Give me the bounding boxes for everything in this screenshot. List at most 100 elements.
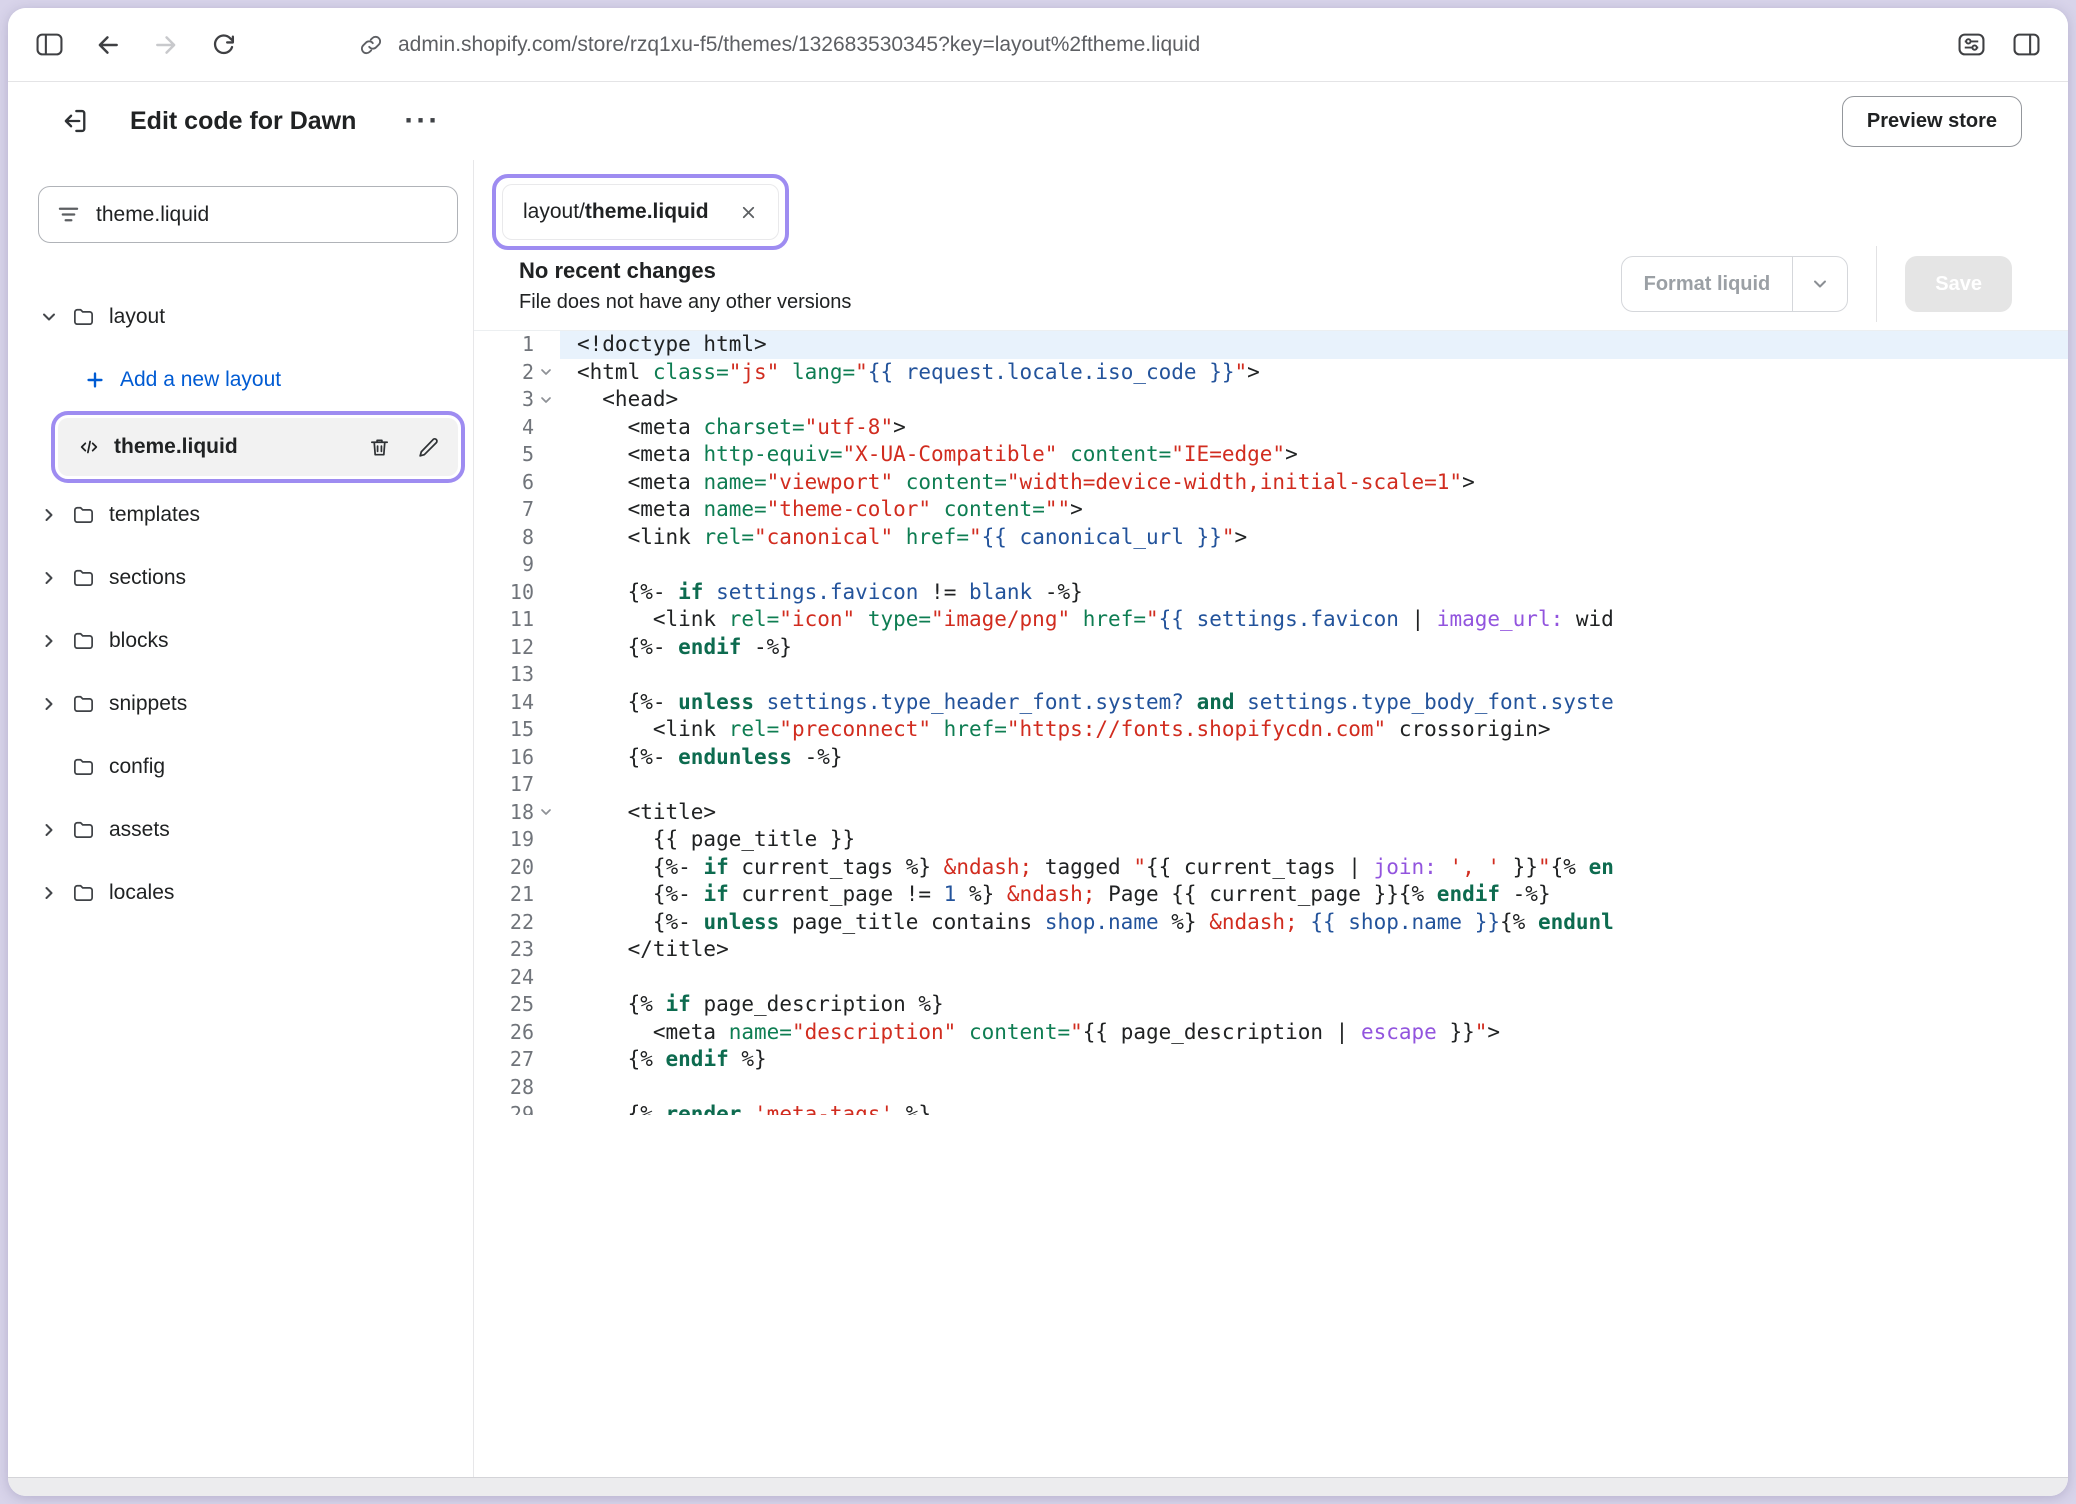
code-line[interactable]: {%- unless page_title contains shop.name…: [577, 909, 2068, 937]
line-number: 1: [474, 331, 560, 359]
fold-placeholder: [534, 964, 558, 992]
code-line[interactable]: <meta charset="utf-8">: [577, 414, 2068, 442]
close-icon[interactable]: [739, 203, 758, 222]
link-icon: [360, 34, 382, 56]
code-line[interactable]: <title>: [577, 799, 2068, 827]
line-number: 20: [474, 854, 560, 882]
tree-item-label: config: [109, 755, 165, 779]
code-line[interactable]: [577, 1074, 2068, 1102]
tree-item-label: locales: [109, 881, 174, 905]
code-line[interactable]: [577, 661, 2068, 689]
chevron-right-icon[interactable]: [38, 631, 60, 651]
sidebar-item-config[interactable]: config: [38, 735, 458, 798]
code-line[interactable]: <link rel="canonical" href="{{ canonical…: [577, 524, 2068, 552]
code-pane[interactable]: <!doctype html><html class="js" lang="{{…: [560, 331, 2068, 1115]
code-line[interactable]: {% if page_description %}: [577, 991, 2068, 1019]
sidebar-item-templates[interactable]: templates: [38, 483, 458, 546]
code-line[interactable]: <meta name="description" content="{{ pag…: [577, 1019, 2068, 1047]
filter-icon: [57, 203, 80, 226]
save-button[interactable]: Save: [1905, 256, 2012, 312]
fold-placeholder: [534, 524, 558, 552]
split-view-icon[interactable]: [2013, 32, 2040, 57]
forward-arrow-icon[interactable]: [153, 32, 179, 58]
fold-toggle-icon[interactable]: [534, 799, 558, 827]
sidebar-item-assets[interactable]: assets: [38, 798, 458, 861]
browser-nav-controls: [36, 32, 236, 58]
line-number: 17: [474, 771, 560, 799]
code-line[interactable]: </title>: [577, 936, 2068, 964]
reload-icon[interactable]: [211, 32, 236, 57]
code-line[interactable]: {%- endif -%}: [577, 634, 2068, 662]
fold-toggle-icon[interactable]: [534, 359, 558, 387]
line-number: 4: [474, 414, 560, 442]
exit-editor-icon[interactable]: [60, 107, 88, 135]
chevron-down-icon[interactable]: [1793, 257, 1847, 311]
folder-icon: [72, 818, 95, 841]
preview-store-button[interactable]: Preview store: [1842, 96, 2022, 147]
fold-placeholder: [534, 579, 558, 607]
code-line[interactable]: <link rel="icon" type="image/png" href="…: [577, 606, 2068, 634]
chevron-right-icon[interactable]: [38, 568, 60, 588]
sidebar-item-blocks[interactable]: blocks: [38, 609, 458, 672]
sidebar-item-layout[interactable]: layout: [38, 285, 458, 348]
fold-placeholder: [534, 881, 558, 909]
code-line[interactable]: {%- if current_tags %} &ndash; tagged "{…: [577, 854, 2068, 882]
code-line[interactable]: {{ page_title }}: [577, 826, 2068, 854]
folder-icon: [72, 881, 95, 904]
tab-theme-liquid[interactable]: layout/theme.liquid: [502, 184, 779, 240]
code-line[interactable]: [577, 771, 2068, 799]
line-number: 11: [474, 606, 560, 634]
code-line[interactable]: {%- endunless -%}: [577, 744, 2068, 772]
code-file-icon: [78, 436, 100, 458]
code-line[interactable]: [577, 964, 2068, 992]
file-search-box[interactable]: [38, 186, 458, 243]
pencil-icon[interactable]: [417, 436, 440, 459]
trash-icon[interactable]: [368, 436, 391, 459]
chevron-down-icon[interactable]: [38, 307, 60, 327]
code-line[interactable]: <!doctype html>: [560, 331, 2068, 359]
fold-toggle-icon[interactable]: [534, 386, 558, 414]
code-line[interactable]: <meta name="theme-color" content="">: [577, 496, 2068, 524]
chevron-right-icon[interactable]: [38, 694, 60, 714]
sidebar-item-snippets[interactable]: snippets: [38, 672, 458, 735]
format-liquid-button[interactable]: Format liquid: [1621, 256, 1849, 312]
sidebar-item-add-a-new-layout[interactable]: Add a new layout: [84, 348, 458, 411]
code-line[interactable]: {% render 'meta-tags' %}: [577, 1101, 2068, 1115]
back-arrow-icon[interactable]: [95, 32, 121, 58]
editor-panel: layout/theme.liquid No recent changes Fi…: [473, 160, 2068, 1477]
code-line[interactable]: <meta http-equiv="X-UA-Compatible" conte…: [577, 441, 2068, 469]
line-number: 14: [474, 689, 560, 717]
chevron-right-icon[interactable]: [38, 820, 60, 840]
code-line[interactable]: [577, 551, 2068, 579]
sidebar-item-sections[interactable]: sections: [38, 546, 458, 609]
chevron-right-icon[interactable]: [38, 505, 60, 525]
fold-placeholder: [534, 1019, 558, 1047]
browser-sidebar-toggle-icon[interactable]: [36, 32, 63, 57]
sidebar-item-locales[interactable]: locales: [38, 861, 458, 924]
search-input[interactable]: [96, 203, 439, 227]
fold-placeholder: [534, 414, 558, 442]
line-number: 16: [474, 744, 560, 772]
line-number: 19: [474, 826, 560, 854]
chevron-right-icon[interactable]: [38, 883, 60, 903]
fold-placeholder: [534, 551, 558, 579]
fold-placeholder: [534, 1046, 558, 1074]
code-line[interactable]: {% endif %}: [577, 1046, 2068, 1074]
overflow-menu-button[interactable]: ···: [404, 106, 440, 136]
code-line[interactable]: <html class="js" lang="{{ request.locale…: [577, 359, 2068, 387]
code-line[interactable]: {%- unless settings.type_header_font.sys…: [577, 689, 2068, 717]
code-editor: 1234567891011121314151617181920212223242…: [474, 330, 2068, 1115]
url-bar[interactable]: admin.shopify.com/store/rzq1xu-f5/themes…: [360, 33, 1200, 57]
sidebar-item-theme-liquid[interactable]: theme.liquid: [58, 418, 458, 476]
tree-item-label: sections: [109, 566, 186, 590]
fold-placeholder: [534, 771, 558, 799]
code-line[interactable]: <meta name="viewport" content="width=dev…: [577, 469, 2068, 497]
code-line[interactable]: {%- if current_page != 1 %} &ndash; Page…: [577, 881, 2068, 909]
code-line[interactable]: <link rel="preconnect" href="https://fon…: [577, 716, 2068, 744]
content-area: layoutAdd a new layout theme.liquid templa…: [8, 160, 2068, 1477]
file-sidebar: layoutAdd a new layout theme.liquid templa…: [8, 160, 473, 1477]
code-line[interactable]: <head>: [577, 386, 2068, 414]
browser-settings-icon[interactable]: [1958, 32, 1985, 57]
fold-placeholder: [534, 661, 558, 689]
code-line[interactable]: {%- if settings.favicon != blank -%}: [577, 579, 2068, 607]
